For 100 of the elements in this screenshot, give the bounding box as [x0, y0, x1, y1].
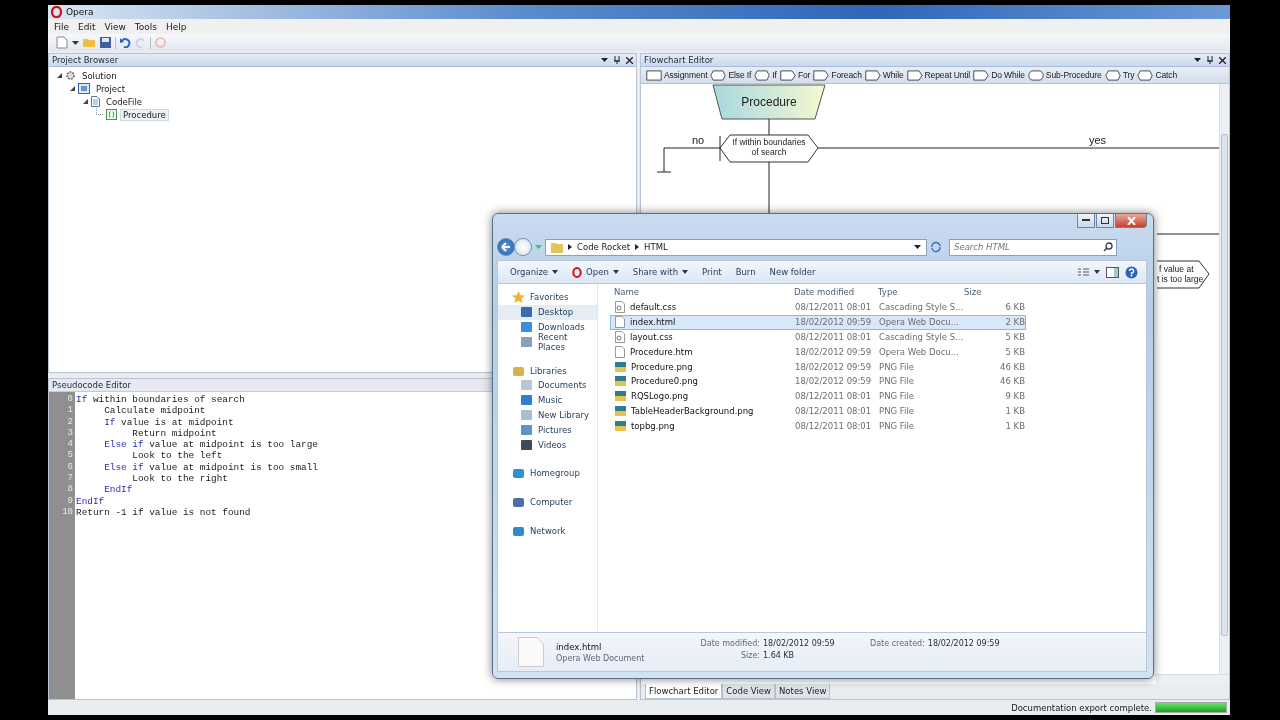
shape-tool-button[interactable]: For: [778, 69, 812, 81]
address-bar[interactable]: Code Rocket HTML: [545, 238, 927, 256]
caret-icon[interactable]: [1194, 58, 1201, 62]
help-icon[interactable]: [1125, 265, 1138, 279]
caret-icon[interactable]: [914, 245, 921, 249]
back-button[interactable]: [497, 238, 515, 256]
tree-item[interactable]: CodeFile: [103, 95, 145, 108]
file-row[interactable]: Procedure0.png 18/02/2012 09:59 PNG File 46 KB: [610, 374, 1026, 389]
command-button[interactable]: Burn: [731, 267, 760, 277]
table-cell-text: PNG File: [879, 391, 915, 402]
command-button[interactable]: Share with: [628, 267, 693, 277]
editor-tab[interactable]: Code View: [722, 684, 775, 699]
command-button[interactable]: Print: [698, 267, 726, 277]
connector-line: [656, 135, 721, 173]
maximize-button[interactable]: [1096, 214, 1114, 228]
breadcrumb-item[interactable]: Code Rocket: [577, 242, 631, 252]
tree-item[interactable]: Project: [93, 82, 129, 95]
column-header[interactable]: Type: [878, 287, 964, 297]
menu-item[interactable]: Tools: [131, 21, 164, 32]
table-cell-text: 1 KB: [1004, 420, 1025, 431]
file-row[interactable]: layout.css 08/12/2011 08:01 Cascading Style S... 5 KB: [610, 329, 1026, 345]
search-field[interactable]: Search HTML: [949, 238, 1117, 256]
nav-item[interactable]: New Library: [498, 407, 597, 423]
details-file-type: Opera Web Document: [556, 653, 646, 663]
nav-item[interactable]: Videos: [498, 437, 597, 452]
menu-item[interactable]: Edit: [75, 21, 102, 32]
expand-arrow-icon[interactable]: [57, 73, 62, 78]
file-row[interactable]: Procedure.htm 18/02/2012 09:59 Opera Web Docu... 5 KB: [610, 344, 1026, 360]
decision-node[interactable]: If within boundaries of search: [719, 134, 819, 163]
file-name: Procedure0.png: [631, 376, 698, 387]
breadcrumb-item[interactable]: HTML: [644, 242, 668, 252]
file-row[interactable]: TableHeaderBackground.png 08/12/2011 08:01 PNG File 1 KB: [610, 403, 1026, 419]
scrollbar[interactable]: [1219, 84, 1229, 674]
preview-pane-icon[interactable]: [1106, 266, 1119, 278]
column-header[interactable]: Size: [964, 287, 1024, 297]
file-name: index.html: [630, 317, 676, 328]
nav-item[interactable]: Music: [498, 392, 597, 408]
decision-node[interactable]: f value at t is too large: [1156, 260, 1210, 289]
shape-tool-button[interactable]: Sub-Procedure: [1026, 69, 1103, 81]
minimize-icon: [1082, 219, 1090, 222]
command-button[interactable]: Organize: [506, 267, 563, 277]
shape-tool-button[interactable]: Assignment: [645, 69, 709, 81]
expand-arrow-icon[interactable]: [70, 86, 75, 91]
shape-tool-button[interactable]: Foreach: [812, 69, 863, 81]
table-cell-text: PNG File: [879, 405, 915, 416]
shape-tool-button[interactable]: Catch: [1136, 69, 1179, 81]
file-row[interactable]: index.html 18/02/2012 09:59 Opera Web Docu... 2 KB: [610, 314, 1026, 330]
editor-tab[interactable]: Notes View: [775, 684, 831, 699]
caret-icon[interactable]: [601, 58, 608, 62]
shape-tool-button[interactable]: Repeat Until: [905, 69, 972, 81]
undo-icon[interactable]: [120, 37, 131, 48]
file-row[interactable]: topbg.png 08/12/2011 08:01 PNG File 1 KB: [610, 418, 1026, 434]
search-icon: [1103, 241, 1113, 252]
nav-item[interactable]: Homegroup: [498, 465, 597, 481]
minimize-button[interactable]: [1077, 214, 1095, 228]
code-line: Look to the left: [131, 450, 224, 462]
image-file-icon: [615, 376, 626, 387]
column-header[interactable]: Date modified: [794, 287, 878, 297]
nav-item[interactable]: Recent Places: [498, 334, 597, 350]
refresh-icon[interactable]: [930, 241, 942, 253]
procedure-node[interactable]: Procedure: [712, 84, 826, 120]
pin-icon[interactable]: [614, 56, 620, 64]
menu-item[interactable]: Help: [163, 21, 193, 32]
shape-tool-button[interactable]: Else If: [709, 69, 753, 81]
command-button[interactable]: New folder: [765, 267, 820, 277]
column-header[interactable]: Name: [610, 287, 794, 297]
nav-item[interactable]: Libraries: [498, 363, 597, 378]
tree-item[interactable]: Procedure: [120, 108, 169, 121]
file-row[interactable]: Procedure.png 18/02/2012 09:59 PNG File 46 KB: [610, 359, 1026, 374]
caret-icon[interactable]: [72, 40, 79, 45]
nav-item[interactable]: Favorites: [498, 290, 597, 305]
tree-item[interactable]: Solution: [79, 69, 120, 82]
nav-item[interactable]: Computer: [498, 494, 597, 510]
shape-tool-button[interactable]: If: [753, 69, 778, 81]
expand-arrow-icon[interactable]: [83, 99, 88, 104]
scrollbar[interactable]: [1156, 674, 1229, 684]
close-icon[interactable]: [1219, 56, 1226, 64]
nav-item[interactable]: Documents: [498, 378, 597, 393]
nav-item[interactable]: Pictures: [498, 422, 597, 438]
editor-tab[interactable]: Flowchart Editor: [645, 684, 723, 699]
close-button[interactable]: [1115, 214, 1147, 228]
settings-file-icon: [615, 331, 625, 343]
menu-item[interactable]: View: [101, 21, 132, 32]
forward-button[interactable]: [514, 238, 532, 256]
view-options-icon[interactable]: [1078, 267, 1100, 277]
save-icon[interactable]: [100, 37, 111, 48]
shape-tool-button[interactable]: Try: [1103, 69, 1136, 81]
nav-item[interactable]: Network: [498, 523, 597, 539]
line-number: 0: [67, 394, 74, 406]
nav-item[interactable]: Desktop: [498, 304, 597, 320]
menu-item[interactable]: File: [51, 21, 76, 32]
property-value: 18/02/2012 09:59: [763, 639, 836, 648]
shape-tool-button[interactable]: While: [863, 69, 905, 81]
command-button[interactable]: Open: [568, 266, 623, 278]
shape-tool-button[interactable]: Do While: [972, 69, 1026, 81]
close-icon[interactable]: [626, 56, 633, 64]
line-number: 9: [67, 495, 74, 507]
pin-icon[interactable]: [1207, 56, 1213, 64]
file-row[interactable]: RQSLogo.png 08/12/2011 08:01 PNG File 9 KB: [610, 388, 1026, 404]
file-row[interactable]: default.css 08/12/2011 08:01 Cascading Style S... 6 KB: [610, 300, 1026, 315]
